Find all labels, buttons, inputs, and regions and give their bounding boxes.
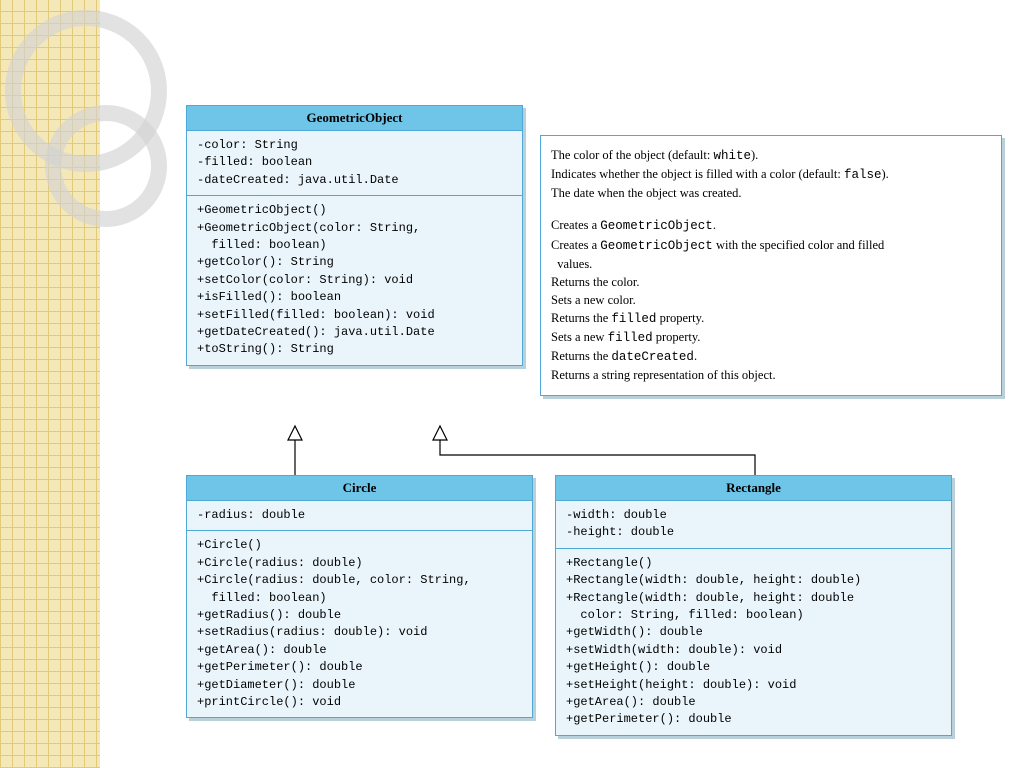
attribute-descriptions: The color of the object (default: white)… — [551, 142, 991, 206]
description-line: Sets a new filled property. — [551, 328, 991, 347]
class-attributes: -radius: double — [187, 501, 532, 531]
description-line: Creates a GeometricObject. — [551, 216, 991, 235]
class-geometricobject: GeometricObject -color: String -filled: … — [186, 105, 523, 366]
class-methods: +Circle() +Circle(radius: double) +Circl… — [187, 531, 532, 717]
description-line: Returns the filled property. — [551, 309, 991, 328]
class-rectangle: Rectangle -width: double -height: double… — [555, 475, 952, 736]
class-attributes: -width: double -height: double — [556, 501, 951, 549]
class-methods: +Rectangle() +Rectangle(width: double, h… — [556, 549, 951, 735]
class-methods: +GeometricObject() +GeometricObject(colo… — [187, 196, 522, 365]
class-name: GeometricObject — [187, 106, 522, 131]
description-line: Sets a new color. — [551, 291, 991, 309]
description-box: The color of the object (default: white)… — [540, 135, 1002, 396]
description-line: Returns the color. — [551, 273, 991, 291]
description-line: Returns a string representation of this … — [551, 366, 991, 384]
method-descriptions: Creates a GeometricObject.Creates a Geom… — [551, 212, 991, 388]
description-line: The date when the object was created. — [551, 184, 991, 202]
description-line: Indicates whether the object is filled w… — [551, 165, 991, 184]
description-line: Returns the dateCreated. — [551, 347, 991, 366]
class-name: Circle — [187, 476, 532, 501]
decorative-ring — [45, 105, 167, 227]
description-line: The color of the object (default: white)… — [551, 146, 991, 165]
class-name: Rectangle — [556, 476, 951, 501]
description-line: Creates a GeometricObject with the speci… — [551, 236, 991, 273]
class-attributes: -color: String -filled: boolean -dateCre… — [187, 131, 522, 196]
class-circle: Circle -radius: double +Circle() +Circle… — [186, 475, 533, 718]
